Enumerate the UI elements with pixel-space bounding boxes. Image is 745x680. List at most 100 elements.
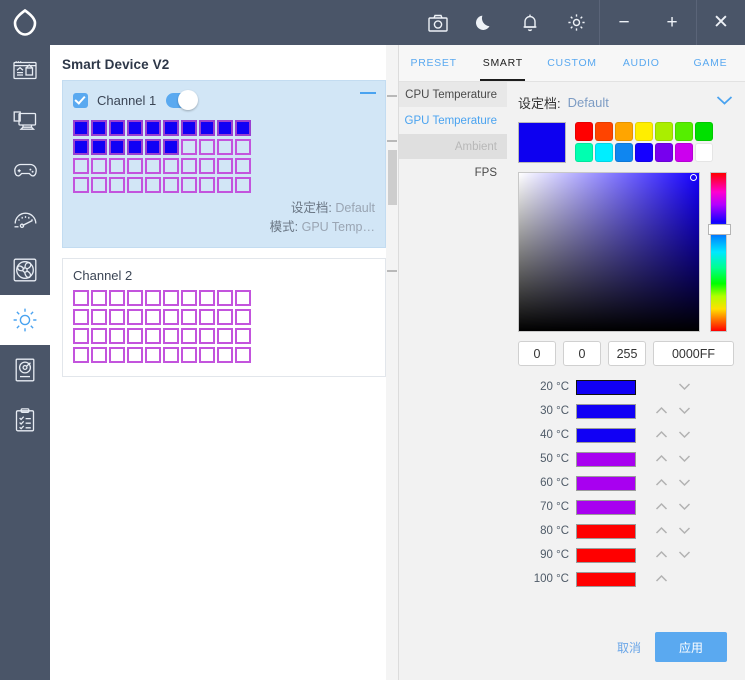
palette-swatch[interactable]	[595, 122, 613, 141]
led-cell[interactable]	[217, 309, 233, 325]
led-cell[interactable]	[73, 309, 89, 325]
led-cell[interactable]	[235, 290, 251, 306]
chevron-down-icon[interactable]	[673, 427, 696, 443]
led-cell[interactable]	[217, 158, 233, 174]
led-cell[interactable]	[235, 139, 251, 155]
temperature-color-swatch[interactable]	[576, 500, 636, 515]
preset-selector[interactable]: 设定档: Default	[518, 91, 734, 113]
sidebar-item-pc[interactable]	[0, 95, 50, 145]
cancel-button[interactable]: 取消	[617, 639, 641, 656]
led-cell[interactable]	[145, 120, 161, 136]
led-cell[interactable]	[127, 309, 143, 325]
channel-1-checkbox[interactable]	[73, 93, 88, 108]
channel-1-card[interactable]: Channel 1 设定档: Default 模式: GPU Temp…	[62, 80, 386, 248]
sidebar-item-cooling[interactable]	[0, 245, 50, 295]
sensor-item-gpu-temperature[interactable]: GPU Temperature	[399, 108, 507, 134]
led-cell[interactable]	[127, 328, 143, 344]
chevron-down-icon[interactable]	[673, 403, 696, 419]
led-cell[interactable]	[109, 120, 125, 136]
palette-swatch[interactable]	[635, 122, 653, 141]
led-cell[interactable]	[235, 309, 251, 325]
led-cell[interactable]	[217, 347, 233, 363]
palette-swatch[interactable]	[695, 143, 713, 162]
temperature-row[interactable]: 50 °C	[518, 447, 734, 471]
led-cell[interactable]	[73, 347, 89, 363]
hue-slider[interactable]	[710, 172, 727, 332]
led-cell[interactable]	[91, 290, 107, 306]
led-cell[interactable]	[181, 177, 197, 193]
chevron-up-icon[interactable]	[650, 475, 673, 491]
saturation-value-area[interactable]	[518, 172, 700, 332]
chevron-down-icon[interactable]	[715, 93, 734, 111]
chevron-down-icon[interactable]	[673, 379, 696, 395]
sidebar-item-lighting[interactable]	[0, 295, 50, 345]
channel-1-toggle[interactable]	[166, 93, 196, 108]
led-cell[interactable]	[73, 290, 89, 306]
led-cell[interactable]	[163, 328, 179, 344]
led-cell[interactable]	[109, 328, 125, 344]
temperature-row[interactable]: 60 °C	[518, 471, 734, 495]
led-cell[interactable]	[217, 120, 233, 136]
led-cell[interactable]	[73, 177, 89, 193]
current-color-swatch[interactable]	[518, 122, 566, 163]
led-cell[interactable]	[145, 309, 161, 325]
chevron-down-icon[interactable]	[673, 451, 696, 467]
led-cell[interactable]	[109, 139, 125, 155]
led-cell[interactable]	[181, 120, 197, 136]
led-cell[interactable]	[199, 290, 215, 306]
led-cell[interactable]	[181, 328, 197, 344]
palette-swatch[interactable]	[615, 122, 633, 141]
led-cell[interactable]	[235, 120, 251, 136]
left-pane-scrollbar[interactable]	[386, 45, 398, 680]
temperature-color-swatch[interactable]	[576, 548, 636, 563]
led-cell[interactable]	[235, 158, 251, 174]
led-cell[interactable]	[145, 139, 161, 155]
red-input[interactable]: 0	[518, 341, 556, 366]
temperature-row[interactable]: 80 °C	[518, 519, 734, 543]
led-cell[interactable]	[163, 347, 179, 363]
bell-icon[interactable]	[507, 0, 553, 45]
led-cell[interactable]	[199, 328, 215, 344]
led-cell[interactable]	[145, 158, 161, 174]
led-cell[interactable]	[127, 177, 143, 193]
led-cell[interactable]	[127, 120, 143, 136]
led-cell[interactable]	[235, 177, 251, 193]
temperature-color-swatch[interactable]	[576, 476, 636, 491]
temperature-row[interactable]: 30 °C	[518, 399, 734, 423]
chevron-up-icon[interactable]	[650, 499, 673, 515]
led-cell[interactable]	[91, 158, 107, 174]
led-cell[interactable]	[109, 177, 125, 193]
palette-swatch[interactable]	[675, 143, 693, 162]
tab-audio[interactable]: AUDIO	[607, 45, 676, 81]
led-cell[interactable]	[91, 139, 107, 155]
sidebar-item-tasks[interactable]	[0, 395, 50, 445]
led-cell[interactable]	[145, 347, 161, 363]
sv-cursor-handle[interactable]	[690, 174, 697, 181]
hex-input[interactable]: 0000FF	[653, 341, 734, 366]
maximize-button[interactable]: +	[648, 0, 696, 45]
close-button[interactable]: ✕	[697, 0, 745, 45]
temperature-row[interactable]: 70 °C	[518, 495, 734, 519]
led-cell[interactable]	[73, 139, 89, 155]
apply-button[interactable]: 应用	[655, 632, 727, 662]
led-cell[interactable]	[217, 139, 233, 155]
sidebar-item-audio[interactable]	[0, 345, 50, 395]
led-cell[interactable]	[163, 177, 179, 193]
led-cell[interactable]	[109, 309, 125, 325]
led-cell[interactable]	[199, 347, 215, 363]
led-cell[interactable]	[145, 328, 161, 344]
channel-1-led-grid[interactable]	[73, 120, 375, 193]
palette-swatch[interactable]	[655, 122, 673, 141]
led-cell[interactable]	[163, 290, 179, 306]
led-cell[interactable]	[199, 309, 215, 325]
led-cell[interactable]	[145, 177, 161, 193]
temperature-color-swatch[interactable]	[576, 380, 636, 395]
blue-input[interactable]: 255	[608, 341, 646, 366]
temperature-row[interactable]: 90 °C	[518, 543, 734, 567]
led-cell[interactable]	[163, 120, 179, 136]
led-cell[interactable]	[127, 139, 143, 155]
gear-icon[interactable]	[553, 0, 599, 45]
chevron-up-icon[interactable]	[650, 427, 673, 443]
channel-2-led-grid[interactable]	[73, 290, 375, 363]
palette-swatch[interactable]	[655, 143, 673, 162]
